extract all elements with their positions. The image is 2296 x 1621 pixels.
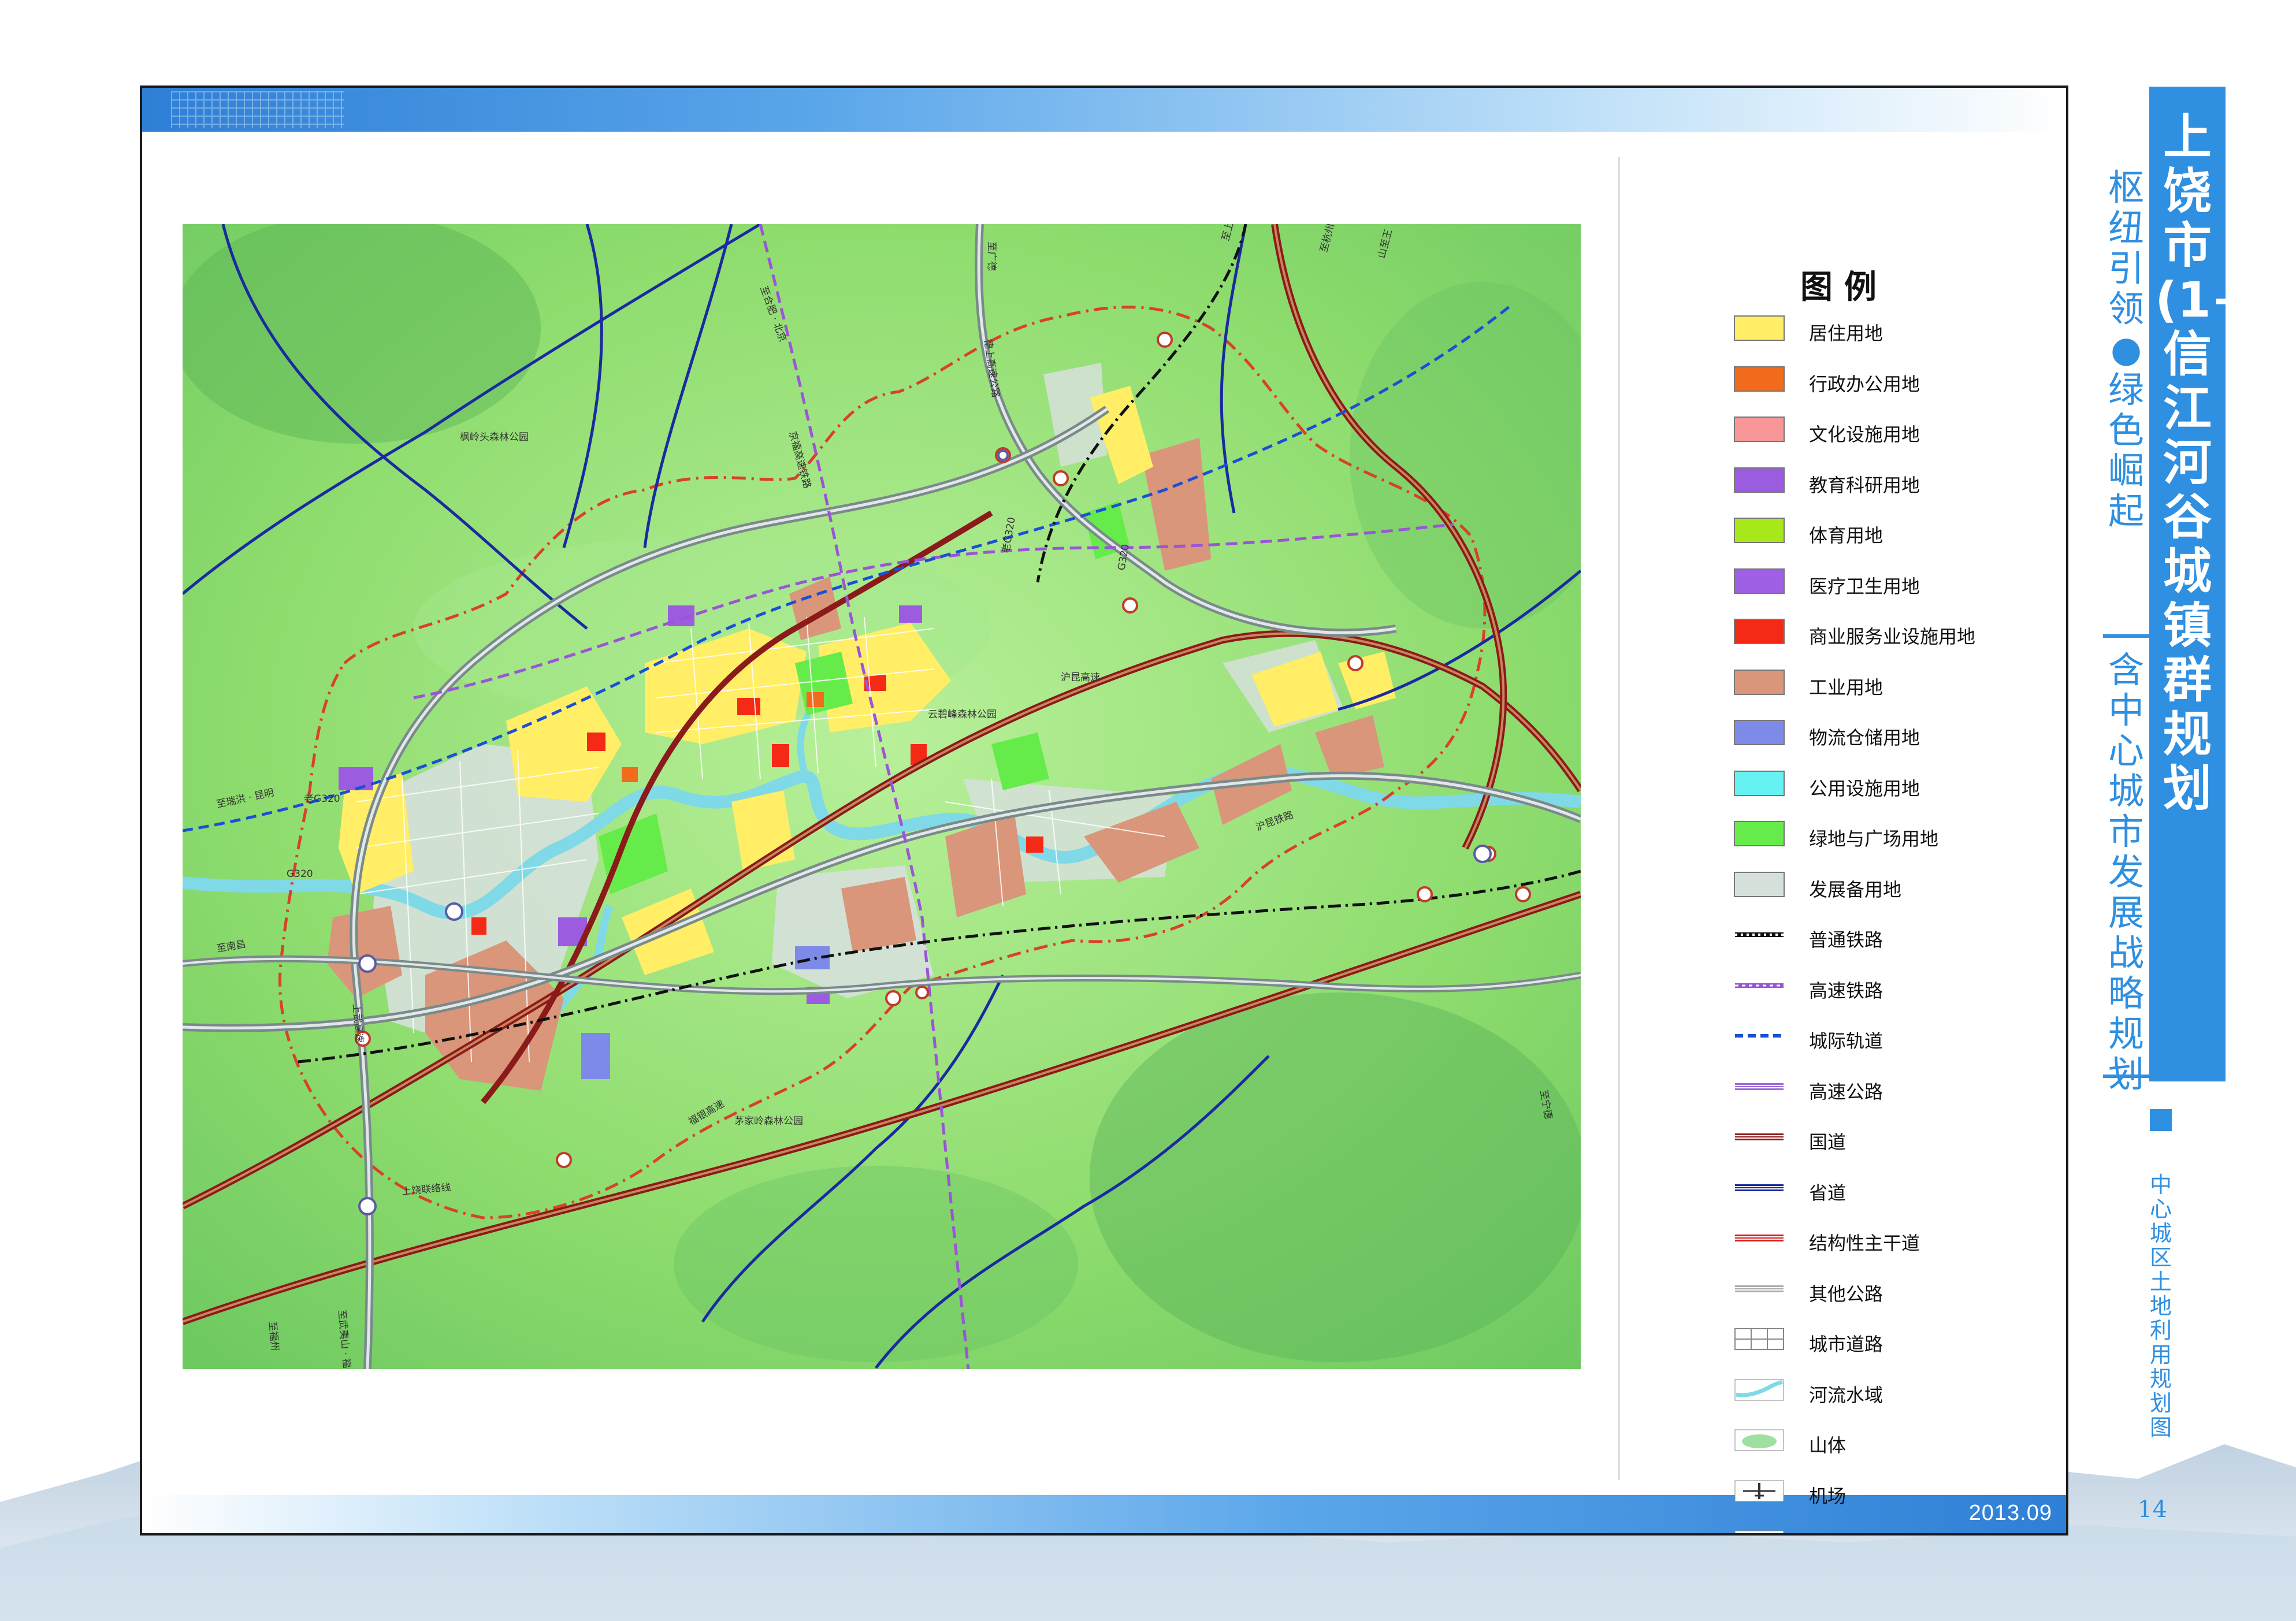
legend-title: 图例 xyxy=(1800,269,1888,306)
legend-label: 高速铁路 xyxy=(1809,979,1883,1002)
legend-swatch xyxy=(1734,770,1785,796)
map-title-vertical: 中心城区土地利用规划图 xyxy=(2149,1172,2172,1440)
legend-item: 商业服务业设施用地 xyxy=(1734,615,2066,648)
mountain-se xyxy=(1090,992,1581,1362)
legend-label: 居住用地 xyxy=(1809,322,1883,344)
highway-label-hukun: 沪昆高速 xyxy=(1061,672,1100,683)
legend-swatch xyxy=(1734,619,1785,644)
legend-item: 行政办公用地 xyxy=(1734,363,2066,395)
legend-label: 城际轨道 xyxy=(1809,1030,1883,1052)
main-panel: 枫岭头森林公园 云碧峰森林公园 茅家岭森林公园 老G320 G320 老G320… xyxy=(140,85,2068,1536)
legend-item: 结构性主干道 xyxy=(1734,1222,2066,1254)
legend-label: 绿地与广场用地 xyxy=(1809,828,1939,850)
legend-item: 教育科研用地 xyxy=(1734,464,2066,496)
subtitle-hub: 枢纽引领●绿色崛起 xyxy=(2108,166,2144,532)
legend-item: 国道 xyxy=(1734,1121,2066,1153)
legend-item: 高速铁路 xyxy=(1734,969,2066,1002)
direction-guangde: 至广德 xyxy=(986,241,997,271)
section-marker xyxy=(2150,1109,2172,1131)
subtitle-divider-1 xyxy=(2103,634,2149,638)
legend-item: 中心城区范围 xyxy=(1734,1525,2066,1533)
legend-label: 山体 xyxy=(1809,1434,1847,1456)
subtitle-divider-2 xyxy=(2103,1075,2149,1078)
legend-symbol xyxy=(1734,1530,1784,1533)
legend-item: 居住用地 xyxy=(1734,312,2066,344)
park-label-yunbifeng: 云碧峰森林公园 xyxy=(928,709,997,720)
legend-symbol xyxy=(1734,1429,1784,1451)
legend-label: 机场 xyxy=(1809,1485,1847,1507)
legend-label: 结构性主干道 xyxy=(1809,1232,1920,1254)
legend-symbol xyxy=(1735,1133,1784,1140)
legend-label: 物流仓储用地 xyxy=(1809,727,1920,749)
legend-label: 公用设施用地 xyxy=(1809,777,1920,800)
top-band-pattern xyxy=(171,91,344,128)
legend-label: 体育用地 xyxy=(1809,525,1883,546)
park-label-maojialing: 茅家岭森林公园 xyxy=(734,1116,803,1127)
legend-symbol xyxy=(1735,1034,1784,1038)
legend-swatch xyxy=(1734,366,1785,392)
road-label-g320-w: G320 xyxy=(287,868,313,880)
legend-swatch xyxy=(1734,568,1785,594)
legend-symbol xyxy=(1735,932,1784,937)
legend-swatch xyxy=(1734,871,1785,897)
legend-item: 高速公路 xyxy=(1734,1070,2066,1103)
legend-swatch xyxy=(1734,467,1785,493)
mountain-s xyxy=(674,1166,1078,1362)
legend-item: 绿地与广场用地 xyxy=(1734,817,2066,850)
legend-label: 高速公路 xyxy=(1809,1080,1883,1103)
park-label-fenglingtou: 枫岭头森林公园 xyxy=(460,432,529,443)
legend-item: 城际轨道 xyxy=(1734,1020,2066,1052)
legend-item: 体育用地 xyxy=(1734,514,2066,546)
legend-label: 国道 xyxy=(1809,1131,1847,1153)
legend-label: 行政办公用地 xyxy=(1809,373,1920,395)
legend-symbol xyxy=(1735,1285,1784,1292)
legend-label: 河流水域 xyxy=(1809,1384,1883,1406)
legend-item: 公用设施用地 xyxy=(1734,767,2066,800)
legend-symbol xyxy=(1735,1235,1784,1241)
legend-label: 医疗卫生用地 xyxy=(1809,575,1920,597)
legend-item: 机场 xyxy=(1734,1475,2066,1507)
road-label-old-g320-w: 老G320 xyxy=(304,793,340,805)
legend-divider xyxy=(1618,157,1620,1480)
legend-item: 其他公路 xyxy=(1734,1273,2066,1305)
legend-label: 发展备用地 xyxy=(1809,878,1902,901)
legend-label: 普通铁路 xyxy=(1809,929,1883,951)
legend-label: 其他公路 xyxy=(1809,1282,1883,1305)
legend-symbol xyxy=(1735,1083,1784,1090)
legend-label: 教育科研用地 xyxy=(1809,474,1920,496)
legend-swatch xyxy=(1734,720,1785,745)
legend-item: 工业用地 xyxy=(1734,666,2066,698)
legend-label: 城市道路 xyxy=(1809,1333,1883,1355)
legend-item: 发展备用地 xyxy=(1734,868,2066,901)
top-band xyxy=(142,88,2066,132)
legend-item: 城市道路 xyxy=(1734,1323,2066,1355)
legend-label: 文化设施用地 xyxy=(1809,423,1920,445)
legend-item: 山体 xyxy=(1734,1424,2066,1456)
legend-label: 中心城区范围 xyxy=(1809,1532,1920,1533)
legend-item: 物流仓储用地 xyxy=(1734,716,2066,749)
legend-item: 省道 xyxy=(1734,1172,2066,1204)
subtitle-strategy: 含中心城市发展战略规划 xyxy=(2108,649,2144,1095)
legend-symbol xyxy=(1734,1328,1784,1350)
legend-symbol xyxy=(1735,983,1784,988)
legend-item: 河流水域 xyxy=(1734,1374,2066,1406)
legend-swatch xyxy=(1734,821,1785,846)
legend-label: 省道 xyxy=(1809,1181,1847,1204)
page-number: 14 xyxy=(2138,1496,2167,1523)
legend-swatch xyxy=(1734,315,1785,341)
legend-swatch xyxy=(1734,518,1785,543)
legend-symbol xyxy=(1735,1184,1784,1191)
legend-swatch xyxy=(1734,417,1785,442)
legend-label: 商业服务业设施用地 xyxy=(1809,626,1976,648)
main-title: 上饶市(1+5)信江河谷城镇群规划 xyxy=(2155,109,2296,817)
legend-item: 文化设施用地 xyxy=(1734,413,2066,445)
legend-symbol xyxy=(1734,1480,1784,1501)
land-use-map: 枫岭头森林公园 云碧峰森林公园 茅家岭森林公园 老G320 G320 老G320… xyxy=(183,224,1581,1369)
legend-item: 医疗卫生用地 xyxy=(1734,565,2066,597)
legend-symbol xyxy=(1734,1379,1784,1400)
legend-item: 普通铁路 xyxy=(1734,919,2066,951)
legend-swatch xyxy=(1734,669,1785,695)
legend-label: 工业用地 xyxy=(1809,676,1883,698)
